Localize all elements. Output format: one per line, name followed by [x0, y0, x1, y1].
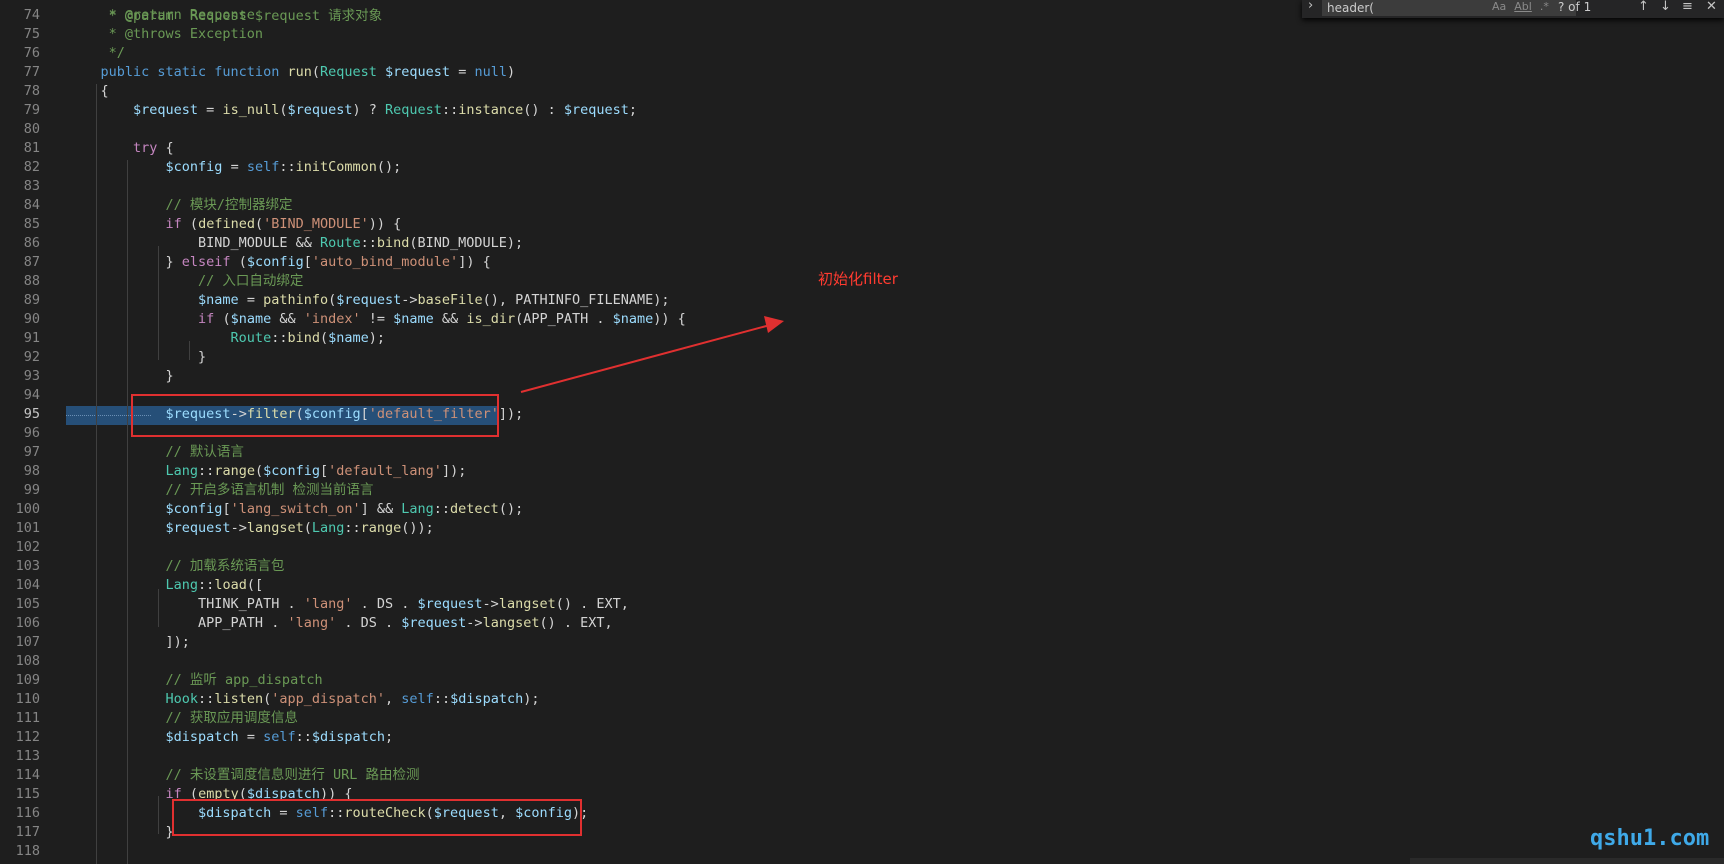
whole-word-toggle[interactable]: Abl: [1514, 0, 1532, 13]
horizontal-scrollbar[interactable]: [1410, 858, 1724, 864]
annotation-label: 初始化filter: [818, 270, 898, 288]
arrow-down-icon[interactable]: ↓: [1660, 0, 1671, 14]
list-icon[interactable]: ≡: [1682, 0, 1693, 14]
close-icon[interactable]: ✕: [1706, 0, 1717, 14]
annotation-arrow: [520, 316, 784, 393]
find-options: Aa Abl .*: [1492, 0, 1557, 13]
find-match-count: ? of 1: [1558, 0, 1592, 14]
find-widget: › Aa Abl .* ? of 1 ↑ ↓ ≡ ✕: [1302, 0, 1724, 18]
arrow-up-icon[interactable]: ↑: [1638, 0, 1649, 14]
match-case-toggle[interactable]: Aa: [1492, 0, 1506, 13]
regex-toggle[interactable]: .*: [1540, 0, 1549, 13]
code-editor[interactable]: * @param Request $request 请求对象 74 * @ret…: [0, 0, 1724, 864]
chevron-right-icon[interactable]: ›: [1308, 0, 1313, 13]
watermark-text: qshu1.com: [1590, 826, 1710, 851]
